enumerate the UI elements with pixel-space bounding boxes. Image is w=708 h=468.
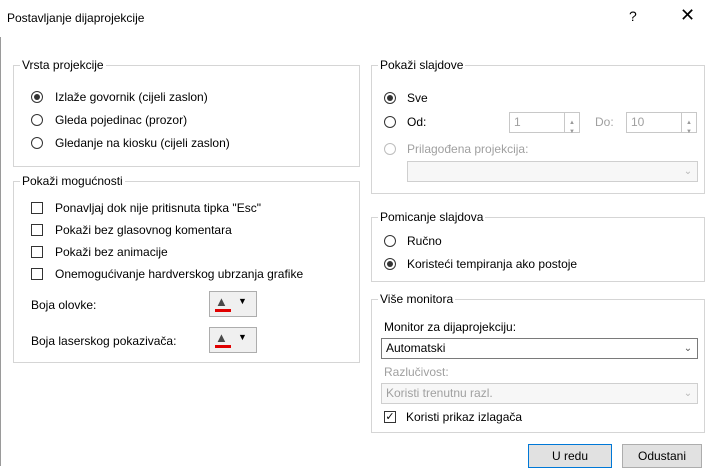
close-button[interactable]: ✕ — [680, 5, 695, 25]
from-slide-stepper[interactable]: ▲ ▼ — [564, 113, 579, 135]
to-slide-stepper[interactable]: ▲ ▼ — [681, 113, 696, 135]
radio-kiosk[interactable] — [31, 137, 43, 149]
monitor-label: Monitor za dijaprojekciju: — [384, 320, 517, 334]
checkbox-no-narration[interactable] — [31, 224, 43, 236]
checkbox-disable-hw-accel-label[interactable]: Onemogućivanje hardverskog ubrzanja graf… — [55, 267, 303, 281]
radio-all-slides[interactable] — [384, 92, 396, 104]
resolution-select[interactable]: Koristi trenutnu razl. ⌄ — [381, 383, 698, 404]
radio-use-timings[interactable] — [384, 258, 396, 270]
resolution-value: Koristi trenutnu razl. — [386, 386, 493, 400]
from-slide-input[interactable]: 1 ▲ ▼ — [509, 112, 580, 135]
chevron-down-icon: ▼ — [238, 332, 247, 342]
custom-show-select[interactable]: ⌄ — [407, 161, 698, 182]
radio-all-slides-label[interactable]: Sve — [407, 91, 428, 105]
to-slide-input[interactable]: 10 ▲ ▼ — [626, 112, 697, 135]
radio-presenter-label[interactable]: Izlaže govornik (cijeli zaslon) — [55, 90, 208, 104]
chevron-down-icon: ⌄ — [683, 343, 693, 354]
radio-use-timings-label[interactable]: Koristeći tempiranja ako postoje — [407, 257, 577, 271]
checkbox-no-narration-label[interactable]: Pokaži bez glasovnog komentara — [55, 223, 232, 237]
chevron-down-icon: ⌄ — [683, 166, 693, 177]
dialog-title: Postavljanje dijaprojekcije — [7, 11, 145, 25]
laser-color-swatch — [215, 345, 231, 348]
radio-individual[interactable] — [31, 114, 43, 126]
checkbox-presenter-view[interactable]: ✓ — [384, 411, 396, 423]
checkbox-no-animation-label[interactable]: Pokaži bez animacije — [55, 245, 168, 259]
help-button[interactable]: ? — [629, 8, 637, 24]
radio-kiosk-label[interactable]: Gledanje na kiosku (cijeli zaslon) — [55, 136, 230, 150]
chevron-down-icon: ▼ — [686, 129, 692, 135]
to-slide-label: Do: — [595, 115, 614, 129]
radio-from-slides[interactable] — [384, 116, 396, 128]
monitor-value: Automatski — [386, 341, 446, 355]
radio-manual-label[interactable]: Ručno — [407, 234, 442, 248]
monitor-select[interactable]: Automatski ⌄ — [381, 338, 698, 359]
advance-legend: Pomicanje slajdova — [378, 210, 486, 224]
radio-manual[interactable] — [384, 235, 396, 247]
pen-color-swatch — [215, 309, 231, 312]
radio-from-slides-label[interactable]: Od: — [407, 115, 426, 129]
pen-color-button[interactable]: ▲ ▼ — [209, 291, 257, 317]
checkbox-no-animation[interactable] — [31, 246, 43, 258]
cancel-button[interactable]: Odustani — [622, 444, 702, 468]
laser-color-label: Boja laserskog pokazivača: — [31, 334, 177, 348]
from-slide-value: 1 — [514, 115, 521, 129]
show-type-legend: Vrsta projekcije — [20, 58, 106, 72]
ok-button[interactable]: U redu — [528, 444, 612, 468]
to-slide-value: 10 — [631, 115, 645, 129]
checkbox-loop[interactable] — [31, 202, 43, 214]
checkbox-presenter-view-label[interactable]: Koristi prikaz izlagača — [406, 410, 522, 424]
advance-group — [371, 217, 705, 282]
radio-custom-show[interactable] — [384, 143, 396, 155]
pen-color-label: Boja olovke: — [31, 298, 97, 312]
radio-presenter[interactable] — [31, 91, 43, 103]
show-slides-legend: Pokaži slajdove — [378, 58, 466, 72]
chevron-down-icon: ▼ — [238, 296, 247, 306]
radio-individual-label[interactable]: Gleda pojedinac (prozor) — [55, 113, 187, 127]
paint-bucket-icon: ▲ — [215, 330, 228, 345]
radio-custom-show-label[interactable]: Prilagođena projekcija: — [407, 142, 528, 156]
checkbox-disable-hw-accel[interactable] — [31, 268, 43, 280]
window-border — [0, 37, 1, 466]
resolution-label: Razlučivost: — [384, 365, 449, 379]
chevron-down-icon: ▼ — [569, 129, 575, 135]
monitors-legend: Više monitora — [378, 292, 456, 306]
chevron-down-icon: ⌄ — [683, 388, 693, 399]
laser-color-button[interactable]: ▲ ▼ — [209, 327, 257, 353]
paint-bucket-icon: ▲ — [215, 294, 228, 309]
checkbox-loop-label[interactable]: Ponavljaj dok nije pritisnuta tipka "Esc… — [55, 201, 261, 215]
show-options-legend: Pokaži mogućnosti — [20, 174, 125, 188]
